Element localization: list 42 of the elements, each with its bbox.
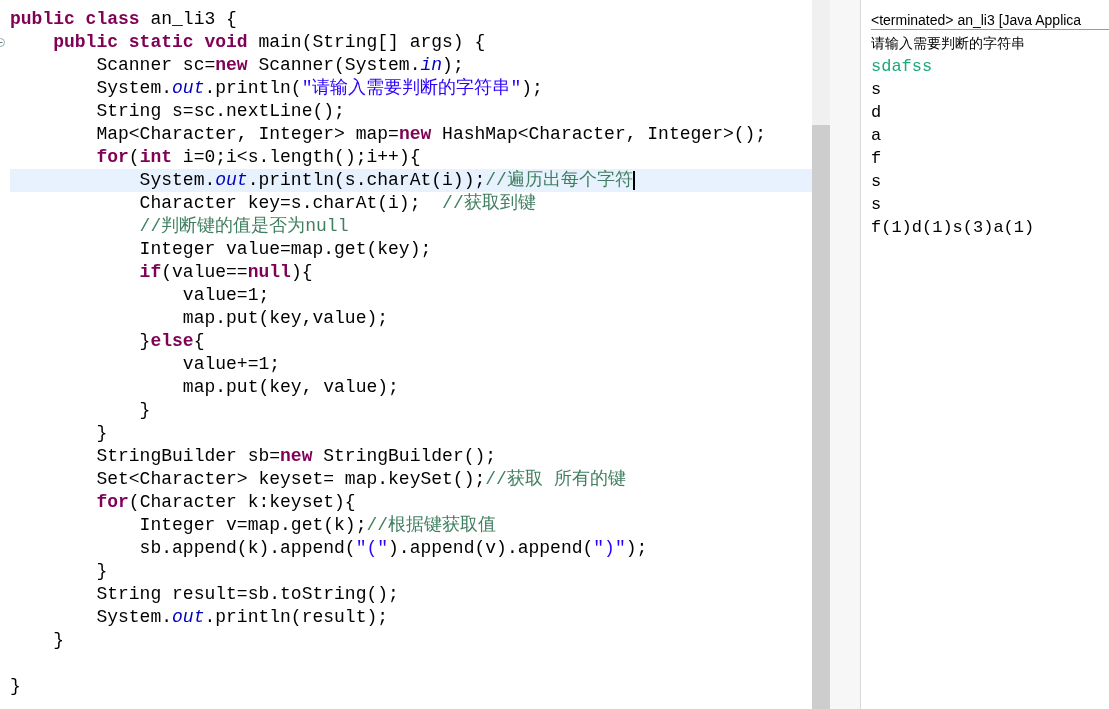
code-line: map.put(key, value);: [181, 376, 399, 399]
code-line: Character key=s.charAt(i); //获取到键: [138, 192, 536, 215]
console-header: <terminated> an_li3 [Java Applica: [871, 12, 1109, 30]
code-line: String result=sb.toString();: [95, 583, 399, 606]
code-line: Integer v=map.get(k);//根据键获取值: [138, 514, 497, 537]
code-line: public static void main(String[] args) {: [52, 31, 486, 54]
console-line: s: [871, 194, 882, 216]
code-line: }else{: [138, 330, 205, 353]
sash-bar[interactable]: [830, 0, 861, 709]
code-line: System.out.println(result);: [95, 606, 389, 629]
code-line: sb.append(k).append("(").append(v).append(")");: [138, 537, 648, 560]
code-line: StringBuilder sb=new StringBuilder();: [95, 445, 497, 468]
code-line: for(int i=0;i<s.length();i++){: [95, 146, 421, 169]
code-line: Integer value=map.get(key);: [138, 238, 432, 261]
console-line: s: [871, 79, 882, 101]
code-line: value=1;: [181, 284, 270, 307]
scrollbar-track[interactable]: [812, 0, 830, 709]
code-line: if(value==null){: [138, 261, 313, 284]
code-line: String s=sc.nextLine();: [95, 100, 345, 123]
code-line: Scanner sc=new Scanner(System.in);: [95, 54, 464, 77]
scrollbar-thumb[interactable]: [812, 125, 830, 709]
console-line: f(1)d(1)s(3)a(1): [871, 217, 1035, 239]
code-line: }: [138, 399, 151, 422]
code-line: System.out.println("请输入需要判断的字符串");: [95, 77, 543, 100]
code-line: }: [95, 560, 108, 583]
code-line: public class an_li3 {: [10, 8, 237, 31]
code-line: }: [52, 629, 64, 652]
code-line: value+=1;: [181, 353, 281, 376]
code-line: Set<Character> keyset= map.keySet();//获取 所有的键: [95, 468, 626, 491]
code-line: System.out.println(s.charAt(i));//遍历出每个字符: [138, 169, 635, 192]
code-line: for(Character k:keyset){: [95, 491, 356, 514]
console-line: d: [871, 102, 882, 124]
code-line: map.put(key,value);: [181, 307, 389, 330]
console-line: a: [871, 125, 882, 147]
console-line: 请输入需要判断的字符串: [871, 34, 1025, 53]
code-line: Map<Character, Integer> map=new HashMap<Character, Integer>();: [95, 123, 767, 146]
code-line: }: [10, 675, 21, 698]
console-line: s: [871, 171, 882, 193]
console-line: f: [871, 148, 882, 170]
code-line: }: [95, 422, 108, 445]
code-line: //判断键的值是否为null: [138, 215, 349, 238]
console-line: sdafss: [871, 56, 933, 78]
